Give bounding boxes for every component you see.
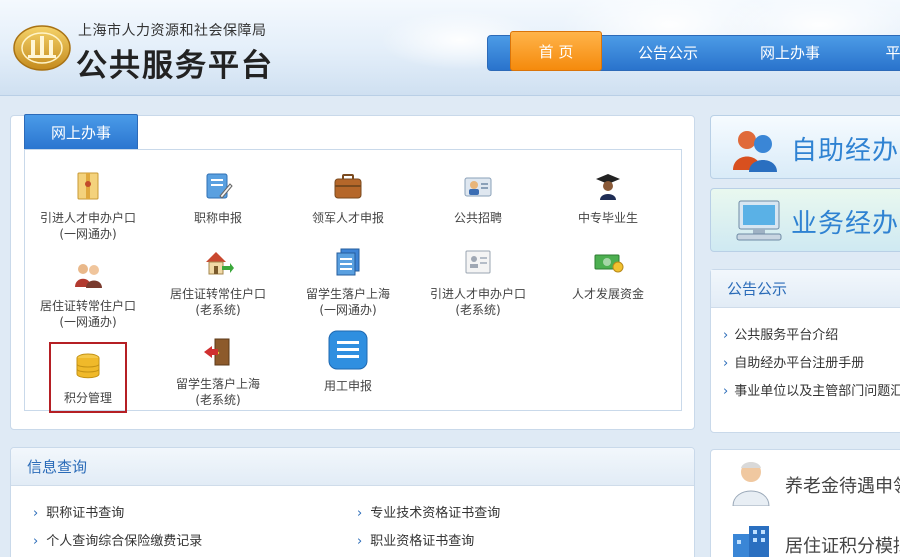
info-query-panel: 信息查询 职称证书查询 专业技术资格证书查询 个人查询综合保险缴费记录 职业资格…: [10, 447, 695, 557]
graduate-icon: [596, 174, 620, 200]
service-label: 引进人才申办户口: [39, 211, 136, 225]
service-vocational-graduates[interactable]: 中专毕业生: [543, 170, 673, 226]
house-arrow-icon: [206, 252, 234, 275]
notice-link[interactable]: 自助经办平台注册手册: [723, 350, 900, 378]
nav-announcements[interactable]: 公告公示: [616, 36, 720, 70]
agency-name: 上海市人力资源和社会保障局: [78, 23, 267, 39]
notice-link[interactable]: 公共服务平台介绍: [723, 322, 900, 350]
points-simulation-item[interactable]: 居住证积分模拟: [711, 512, 900, 557]
service-talent-fund[interactable]: 人才发展资金: [543, 246, 673, 302]
service-sublabel: (一网通办): [319, 303, 377, 317]
info-link[interactable]: 个人查询综合保险缴费记录: [33, 530, 202, 549]
service-label: 人才发展资金: [571, 287, 644, 301]
notice-title: 公告公示: [711, 270, 900, 308]
building-icon: [733, 526, 769, 557]
service-label: 留学生落户上海: [175, 377, 260, 391]
tab-online-services[interactable]: 网上办事: [24, 114, 138, 150]
service-label: 居住证转常住户口: [169, 287, 266, 301]
service-talent-hukou-onenet[interactable]: 引进人才申办户口 (一网通办): [23, 170, 153, 242]
recruit-person-icon: [464, 177, 492, 197]
nav-home[interactable]: 首 页: [510, 31, 602, 71]
business-service-banner-label: 业务经办系: [791, 209, 900, 239]
service-sublabel: (一网通办): [59, 227, 117, 241]
platform-title: 公共服务平台: [76, 48, 274, 84]
points-simulation-label: 居住证积分模拟: [785, 536, 900, 557]
door-exit-icon: [204, 338, 230, 366]
service-title-application[interactable]: 职称申报: [153, 170, 283, 226]
info-query-title: 信息查询: [11, 448, 694, 486]
users-icon: [733, 131, 777, 172]
service-employment-report[interactable]: 用工申报: [283, 330, 413, 394]
highlight-box: [49, 342, 127, 413]
nav-online-services[interactable]: 网上办事: [738, 36, 842, 70]
elderly-person-icon: [732, 462, 770, 506]
service-public-recruitment[interactable]: 公共招聘: [413, 170, 543, 226]
nav-platform[interactable]: 平: [878, 36, 900, 70]
service-overseas-student-onenet[interactable]: 留学生落户上海 (一网通办): [283, 246, 413, 318]
envelope-folder-icon: [77, 172, 99, 200]
info-link[interactable]: 职称证书查询: [33, 502, 124, 521]
service-residence-to-hukou-onenet[interactable]: 居住证转常住户口 (一网通办): [23, 258, 153, 330]
service-label: 中专毕业生: [577, 211, 638, 225]
service-overseas-student-old[interactable]: 留学生落户上海 (老系统): [153, 336, 283, 408]
money-icon: [594, 254, 624, 273]
notice-panel: 公告公示 公共服务平台介绍 自助经办平台注册手册 事业单位以及主管部门问题汇: [710, 269, 900, 433]
list-document-icon: [328, 330, 368, 370]
business-service-banner[interactable]: 业务经办系: [710, 188, 900, 252]
service-label: 领军人才申报: [311, 211, 384, 225]
self-service-banner[interactable]: 自助经办系: [710, 115, 900, 179]
service-label: 留学生落户上海: [305, 287, 390, 301]
notice-link[interactable]: 事业单位以及主管部门问题汇: [723, 378, 900, 406]
service-label: 引进人才申办户口: [429, 287, 526, 301]
service-leading-talent[interactable]: 领军人才申报: [283, 170, 413, 226]
service-label: 用工申报: [323, 379, 372, 393]
pension-service-label: 养老金待遇申领: [785, 476, 900, 497]
pension-service-item[interactable]: 养老金待遇申领: [711, 452, 900, 512]
main-nav: 首 页 公告公示 网上办事 平: [487, 31, 900, 71]
couple-icon: [75, 264, 102, 288]
service-label: 公共招聘: [453, 211, 502, 225]
shanghai-emblem-logo: [13, 25, 71, 71]
info-link[interactable]: 专业技术资格证书查询: [357, 502, 500, 521]
service-talent-hukou-old[interactable]: 引进人才申办户口 (老系统): [413, 246, 543, 318]
service-residence-to-hukou-old[interactable]: 居住证转常住户口 (老系统): [153, 246, 283, 318]
service-label: 居住证转常住户口: [39, 299, 136, 313]
service-sublabel: (老系统): [195, 303, 241, 317]
self-service-banner-label: 自助经办系: [791, 136, 900, 166]
info-link[interactable]: 职业资格证书查询: [357, 530, 474, 549]
service-sublabel: (一网通办): [59, 315, 117, 329]
site-header: 上海市人力资源和社会保障局 公共服务平台 首 页 公告公示 网上办事 平: [0, 0, 900, 96]
quick-services-panel: 养老金待遇申领 居住证积分模拟: [710, 449, 900, 557]
service-sublabel: (老系统): [195, 393, 241, 407]
service-sublabel: (老系统): [455, 303, 501, 317]
service-label: 职称申报: [193, 211, 242, 225]
id-card-icon: [465, 250, 491, 274]
certificate-edit-icon: [206, 173, 233, 199]
briefcase-icon: [334, 174, 362, 199]
computer-icon: [736, 200, 782, 241]
documents-icon: [336, 248, 360, 276]
